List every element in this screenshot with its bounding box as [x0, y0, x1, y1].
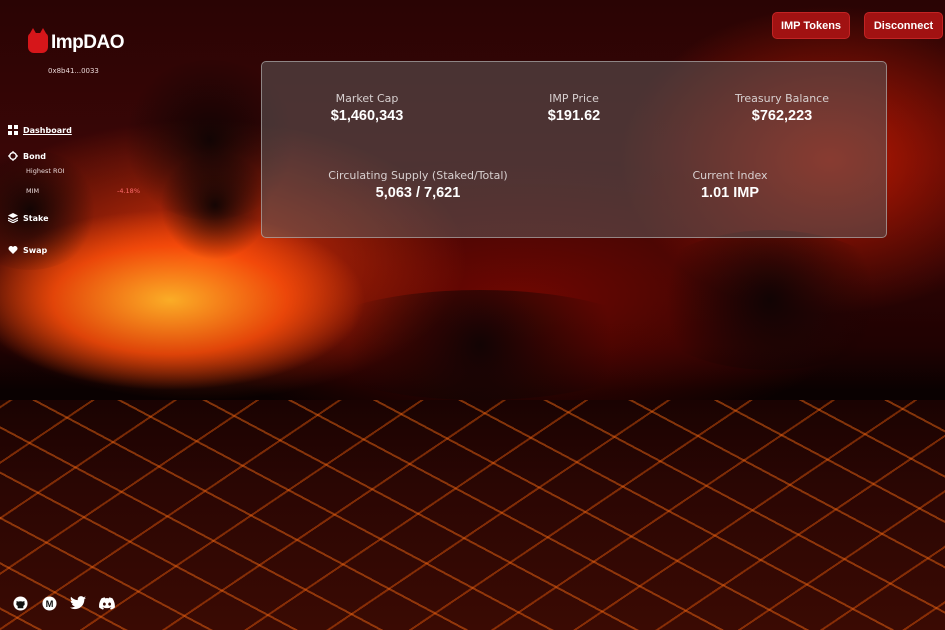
twitter-icon[interactable]	[70, 595, 86, 611]
bond-highest-roi-row[interactable]: Highest ROI	[8, 166, 158, 176]
stat-value: $762,223	[751, 108, 813, 124]
sidebar-item-label: Swap	[23, 245, 48, 255]
sidebar-item-swap[interactable]: Swap	[8, 244, 158, 256]
sidebar-item-label: Bond	[23, 151, 47, 161]
sidebar-nav: Dashboard Bond Highest ROI MIM -4.18% St…	[8, 124, 158, 256]
bond-sub-label: MIM	[26, 187, 40, 195]
dashboard-stats-card: Market Cap $1,460,343 IMP Price $191.62 …	[261, 61, 887, 238]
wallet-address[interactable]: 0x8b41...0033	[48, 67, 99, 75]
social-links: M	[12, 595, 115, 611]
discord-icon[interactable]	[99, 595, 115, 611]
brand-name: ImpDAO	[51, 32, 125, 53]
stat-circulating-supply: Circulating Supply (Staked/Total) 5,063 …	[308, 169, 528, 201]
stat-treasury-balance: Treasury Balance $762,223	[702, 92, 862, 124]
bond-mim-row[interactable]: MIM -4.18%	[8, 186, 158, 196]
crosshair-icon	[8, 151, 18, 161]
sidebar-item-stake[interactable]: Stake	[8, 212, 158, 224]
bond-sub-value: -4.18%	[117, 187, 140, 195]
stat-label: Treasury Balance	[735, 92, 829, 105]
github-icon[interactable]	[12, 595, 28, 611]
sidebar-item-label: Stake	[23, 213, 49, 223]
stat-value: 1.01 IMP	[700, 185, 760, 201]
disconnect-button[interactable]: Disconnect	[864, 12, 943, 39]
stat-label: Market Cap	[335, 92, 399, 105]
smoke-cloud	[300, 290, 660, 400]
sidebar-item-dashboard[interactable]: Dashboard	[8, 124, 158, 136]
brand-logo[interactable]: ImpDAO	[28, 28, 125, 54]
dashboard-icon	[8, 125, 18, 135]
imp-logo-icon	[28, 28, 48, 53]
stat-imp-price: IMP Price $191.62	[499, 92, 649, 124]
sidebar-item-bond[interactable]: Bond	[8, 150, 158, 162]
svg-text:M: M	[45, 598, 53, 608]
sidebar-item-label: Dashboard	[23, 125, 72, 135]
smoke-cloud	[160, 150, 270, 260]
stat-value: 5,063 / 7,621	[375, 185, 461, 201]
imp-tokens-button[interactable]: IMP Tokens	[772, 12, 850, 39]
stat-value: $1,460,343	[330, 108, 404, 124]
stat-label: Current Index	[692, 169, 768, 182]
stat-value: $191.62	[547, 108, 601, 124]
heart-icon	[8, 245, 18, 255]
sidebar: ImpDAO 0x8b41...0033 Dashboard Bond High…	[0, 0, 160, 630]
stat-label: IMP Price	[549, 92, 599, 105]
stat-label: Circulating Supply (Staked/Total)	[328, 169, 508, 182]
medium-icon[interactable]: M	[41, 595, 57, 611]
stat-current-index: Current Index 1.01 IMP	[650, 169, 810, 201]
smoke-cloud	[640, 230, 900, 370]
stat-market-cap: Market Cap $1,460,343	[292, 92, 442, 124]
bond-sub-label: Highest ROI	[26, 167, 65, 175]
layers-icon	[8, 213, 18, 223]
